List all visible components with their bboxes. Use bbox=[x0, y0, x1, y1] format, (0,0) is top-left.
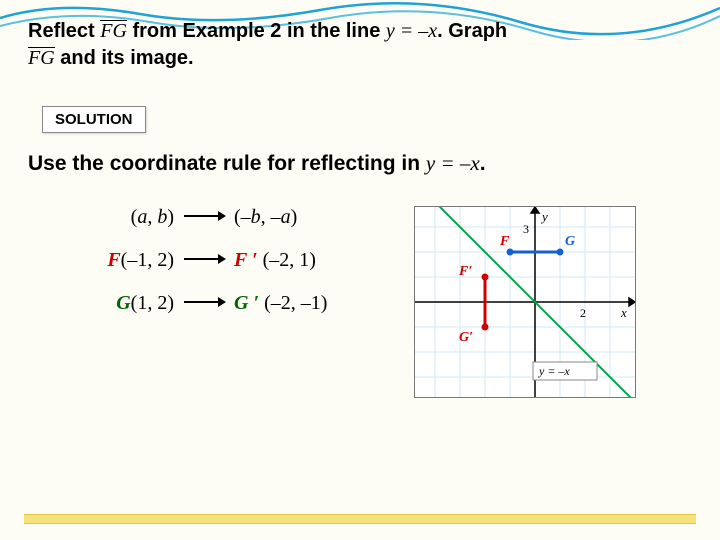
solution-label: SOLUTION bbox=[42, 106, 146, 133]
problem-prefix: Reflect bbox=[28, 20, 100, 42]
rule-text: Use the coordinate rule for reflecting i… bbox=[28, 152, 426, 175]
arrow-icon bbox=[174, 292, 234, 315]
graph-label-gp: G′ bbox=[459, 330, 473, 345]
axis-tick-y: 3 bbox=[523, 222, 529, 236]
equation-line-1: y = –x bbox=[386, 20, 437, 42]
point-f-label: F bbox=[107, 249, 120, 271]
arrow-icon bbox=[174, 249, 234, 272]
point-g-prime-label: G ′ bbox=[234, 292, 259, 314]
rule-period: . bbox=[480, 152, 486, 175]
mapping-row-f: F(–1, 2) F ′ (–2, 1) bbox=[84, 249, 404, 272]
point-g-prime-coords: (–2, –1) bbox=[264, 292, 327, 314]
point-f-prime-coords: (–2, 1) bbox=[263, 249, 316, 271]
problem-mid1: from Example 2 in the line bbox=[127, 20, 386, 42]
arrow-icon bbox=[174, 206, 234, 229]
equation-line-2: y = –x bbox=[426, 151, 480, 175]
mapping-list: (a, b) (–b, –a) F(–1, 2) F ′ (–2, 1) bbox=[84, 206, 404, 335]
rule-line: Use the coordinate rule for reflecting i… bbox=[28, 151, 692, 176]
mapping-row-general: (a, b) (–b, –a) bbox=[84, 206, 404, 229]
segment-fg-2: FG bbox=[28, 45, 55, 72]
axis-label-y: y bbox=[540, 209, 548, 224]
problem-mid2: . Graph bbox=[437, 20, 507, 42]
mapping-lhs: F(–1, 2) bbox=[84, 249, 174, 272]
problem-suffix: and its image. bbox=[55, 47, 194, 69]
mapping-rhs: F ′ (–2, 1) bbox=[234, 249, 316, 272]
axis-label-x: x bbox=[620, 305, 627, 320]
mapping-row-g: G(1, 2) G ′ (–2, –1) bbox=[84, 292, 404, 315]
point-f-coords: (–1, 2) bbox=[121, 249, 174, 271]
graph-line-label: y = –x bbox=[538, 364, 570, 378]
graph-label-f: F bbox=[499, 234, 510, 249]
footer-accent-bar bbox=[24, 514, 696, 524]
graph-label-fp: F′ bbox=[458, 264, 472, 279]
point-f-prime-label: F ′ bbox=[234, 249, 258, 271]
point-g-coords: (1, 2) bbox=[131, 292, 174, 314]
coordinate-graph: F G F′ G′ x y 2 3 y = –x bbox=[414, 206, 636, 398]
mapping-lhs: G(1, 2) bbox=[84, 292, 174, 315]
graph-label-g: G bbox=[565, 234, 575, 249]
segment-fg-1: FG bbox=[100, 18, 127, 45]
mapping-lhs: (a, b) bbox=[84, 206, 174, 229]
axis-tick-x: 2 bbox=[580, 306, 586, 320]
mapping-rhs: (–b, –a) bbox=[234, 206, 297, 229]
problem-statement: Reflect FG from Example 2 in the line y … bbox=[28, 18, 692, 72]
mapping-rhs: G ′ (–2, –1) bbox=[234, 292, 327, 315]
point-g-label: G bbox=[116, 292, 130, 314]
